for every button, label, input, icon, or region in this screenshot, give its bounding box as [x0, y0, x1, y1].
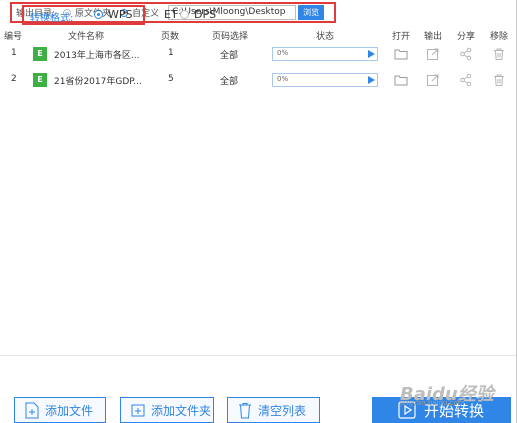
play-icon[interactable]: [368, 50, 375, 58]
format-option-et[interactable]: ET: [150, 8, 178, 21]
folder-open-icon[interactable]: [394, 73, 408, 87]
share-icon[interactable]: [459, 47, 473, 61]
header-share: 分享: [457, 32, 476, 42]
add-file-button[interactable]: 添加文件: [14, 397, 106, 423]
add-folder-icon: [131, 404, 145, 416]
progress-bar: 0%: [272, 73, 378, 87]
share-icon[interactable]: [459, 73, 473, 87]
add-folder-button[interactable]: 添加文件夹: [120, 397, 214, 423]
format-option-dps[interactable]: DPS: [180, 8, 216, 21]
clear-list-icon: [239, 402, 251, 418]
radio-dot-selected[interactable]: [94, 10, 103, 19]
radio-dot[interactable]: [180, 10, 189, 19]
progress-text: 0%: [277, 49, 289, 57]
header-remove: 移除: [490, 32, 509, 42]
clear-list-button[interactable]: 清空列表: [227, 397, 320, 423]
progress-text: 0%: [277, 75, 289, 83]
trash-icon[interactable]: [492, 73, 506, 87]
page-count: 1: [168, 48, 174, 58]
header-status: 状态: [316, 32, 335, 42]
baidu-watermark-url: jingyan.baidu.com: [400, 399, 465, 407]
excel-file-icon: E: [33, 47, 47, 61]
progress-bar: 0%: [272, 47, 378, 61]
clear-list-label: 清空列表: [258, 403, 307, 418]
browse-button[interactable]: 浏览: [298, 5, 325, 20]
export-icon[interactable]: [426, 73, 440, 87]
format-label: 转换格式:: [30, 13, 74, 24]
table-row[interactable]: 1 E 2013年上海市各区... 1 全部 0%: [0, 44, 517, 64]
format-option-dps-label: DPS: [194, 8, 217, 21]
trash-icon[interactable]: [492, 47, 506, 61]
page-count: 5: [168, 74, 174, 84]
add-file-icon: [25, 402, 39, 418]
row-number: 1: [11, 48, 17, 58]
file-name: 21省份2017年GDP...: [54, 77, 142, 87]
page-range-select[interactable]: 全部: [220, 74, 238, 87]
header-filename: 文件名称: [68, 32, 105, 42]
format-option-wps-label: WPS: [108, 8, 133, 21]
row-number: 2: [11, 74, 17, 84]
table-row[interactable]: 2 E 21省份2017年GDP... 5 全部 0%: [0, 70, 517, 90]
format-option-et-label: ET: [164, 8, 178, 21]
export-icon[interactable]: [426, 47, 440, 61]
header-open: 打开: [392, 32, 411, 42]
page-range-select[interactable]: 全部: [220, 48, 238, 61]
add-folder-label: 添加文件夹: [151, 403, 212, 418]
folder-open-icon[interactable]: [394, 47, 408, 61]
file-name: 2013年上海市各区...: [54, 51, 140, 61]
play-icon[interactable]: [368, 76, 375, 84]
header-number: 编号: [4, 32, 23, 42]
table-header: 编号 文件名称 页数 页码选择 状态 打开 输出 分享 移除: [0, 27, 517, 42]
add-file-label: 添加文件: [45, 403, 94, 418]
header-page-range: 页码选择: [212, 32, 249, 42]
header-pages: 页数: [161, 32, 180, 42]
header-output: 输出: [424, 32, 443, 42]
excel-file-icon: E: [33, 73, 47, 87]
format-option-wps[interactable]: WPS: [94, 8, 133, 21]
